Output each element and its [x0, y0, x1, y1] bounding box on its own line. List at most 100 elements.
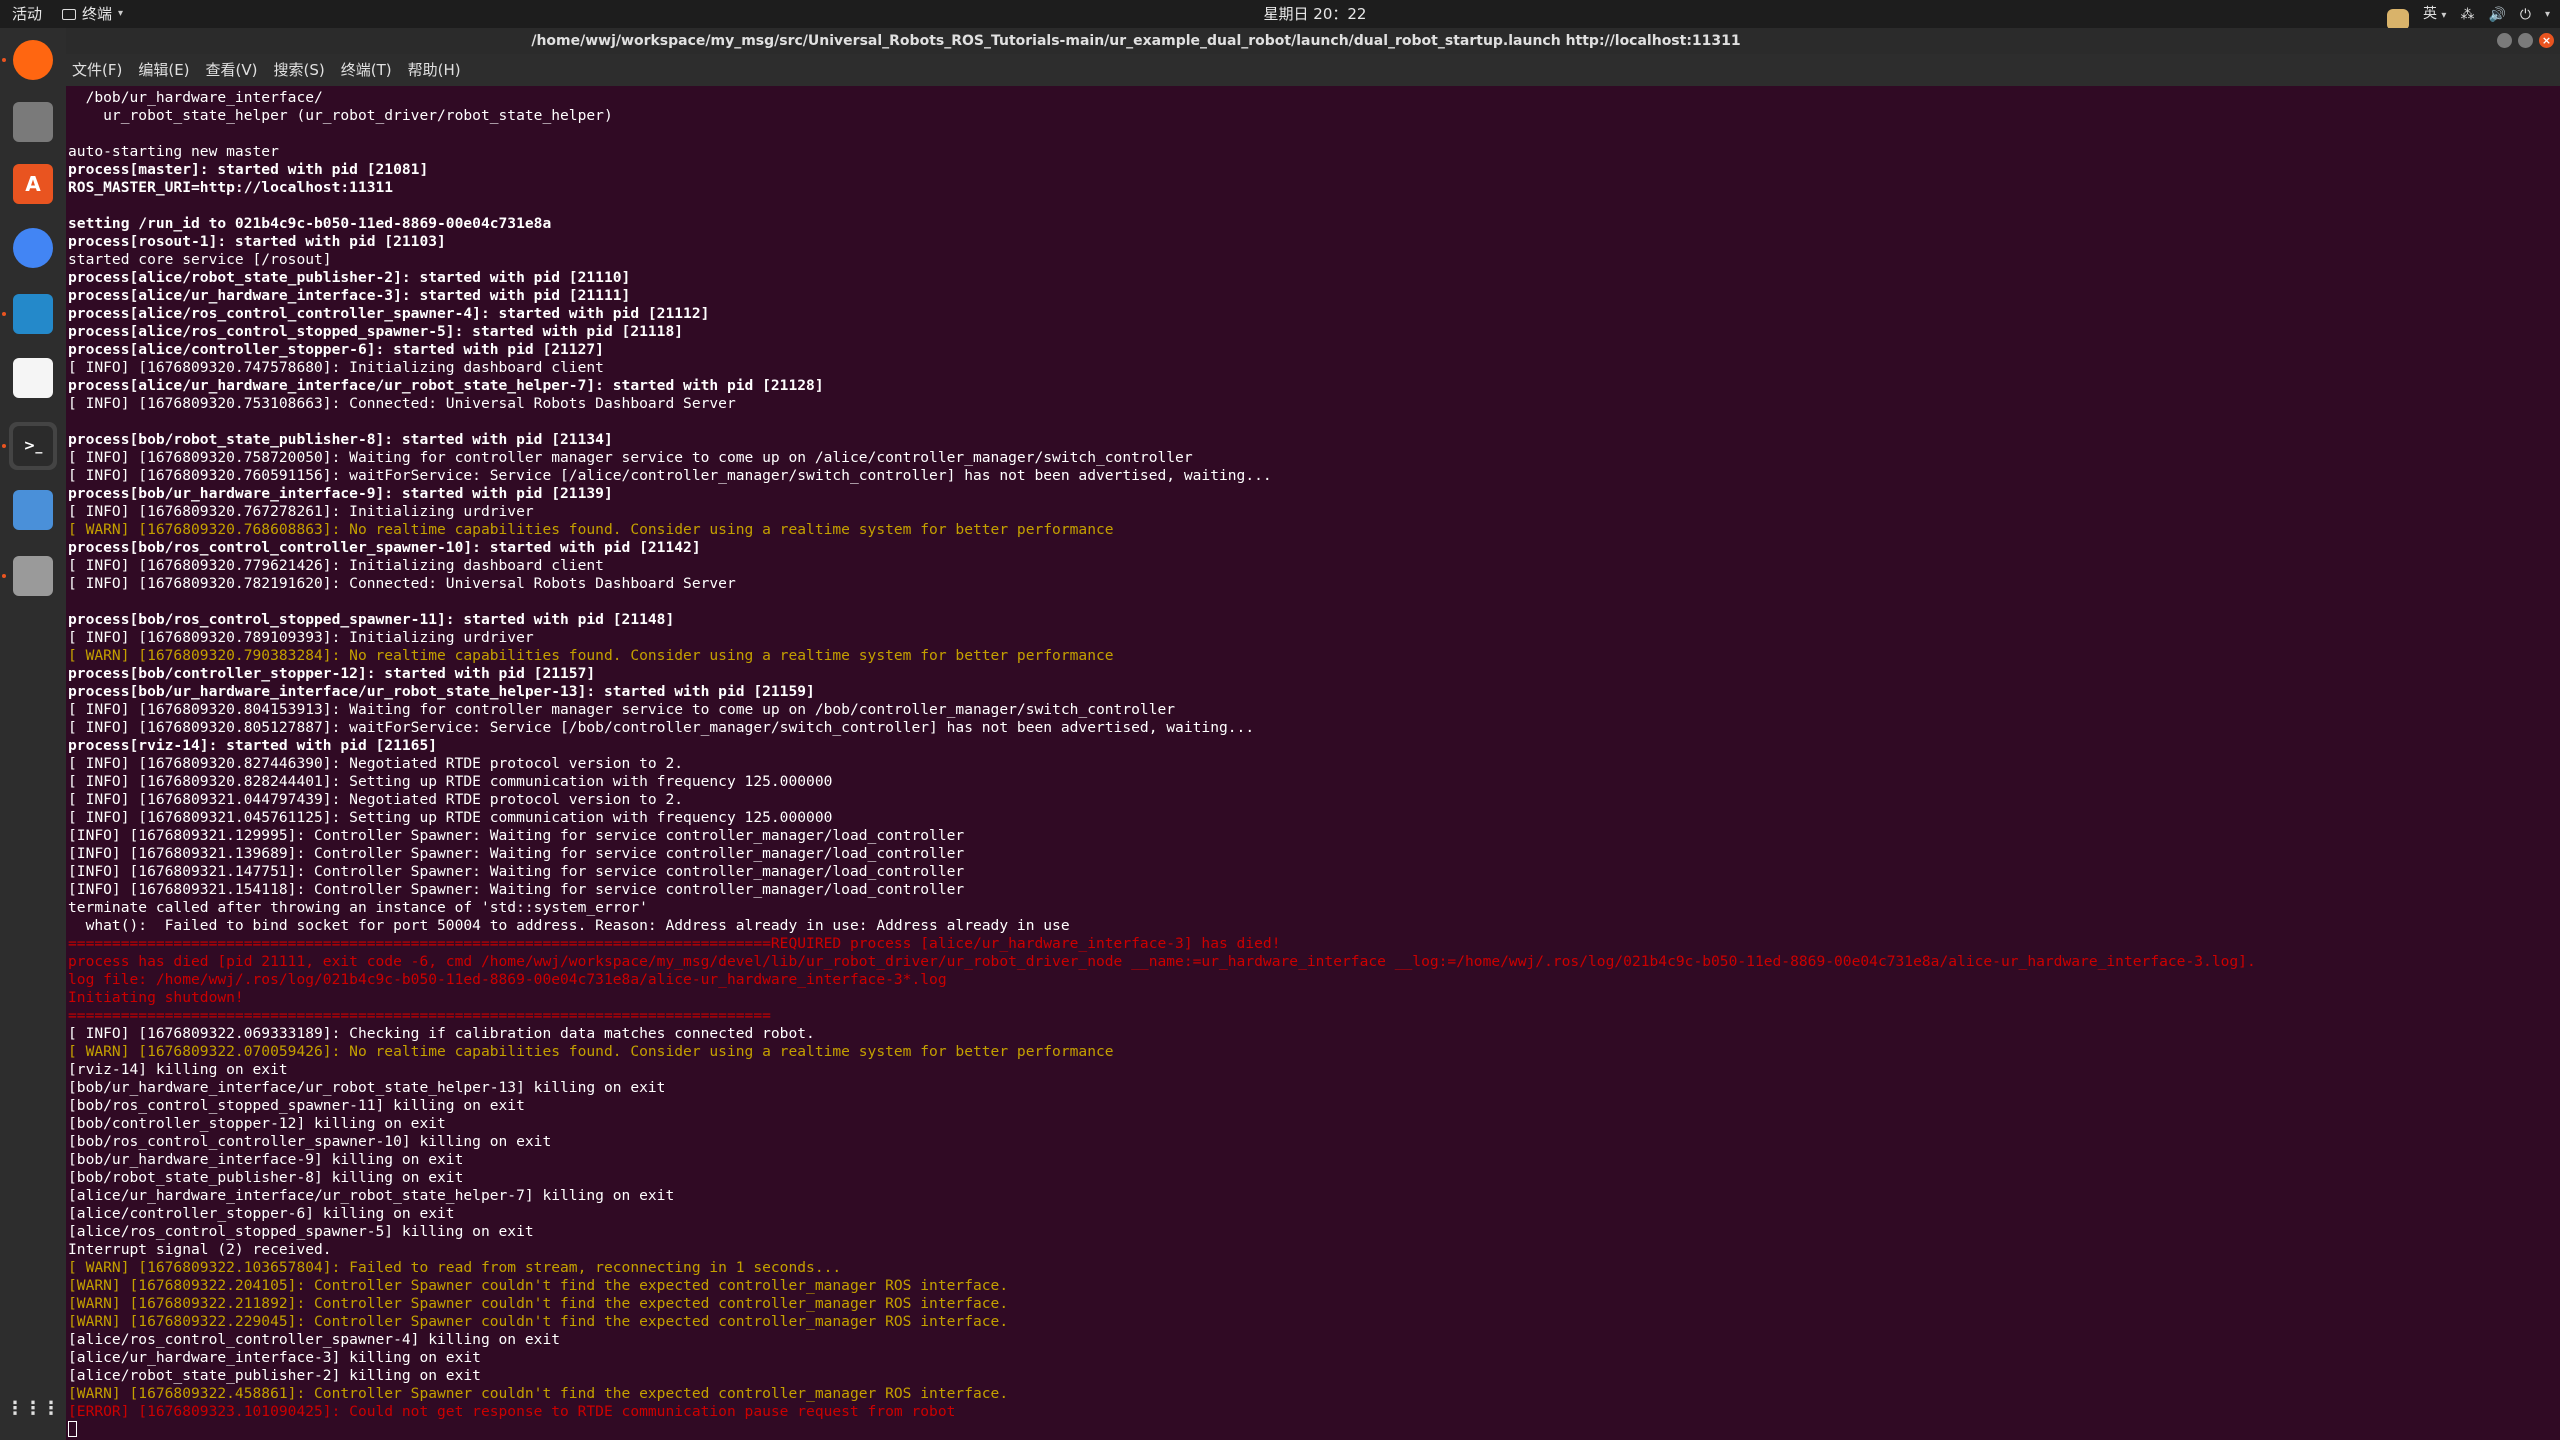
input-method-label: 英	[2422, 6, 2437, 22]
running-indicator	[2, 574, 6, 578]
terminal-line: log file: /home/wwj/.ros/log/021b4c9c-b0…	[68, 971, 947, 988]
menu-search[interactable]: 搜索(S)	[274, 54, 325, 86]
terminal-line: [ INFO] [1676809321.045761125]: Setting …	[68, 809, 833, 826]
vscode-icon	[13, 294, 53, 334]
menu-edit[interactable]: 编辑(E)	[138, 54, 189, 86]
terminal-line: [bob/robot_state_publisher-8] killing on…	[68, 1169, 464, 1186]
chrome-icon	[13, 228, 53, 268]
terminal-line: [alice/controller_stopper-6] killing on …	[68, 1205, 455, 1222]
terminal-line: process[master]: started with pid [21081…	[68, 161, 429, 178]
software-center-launcher-icon[interactable]: A	[9, 160, 57, 208]
terminal-window: /home/wwj/workspace/my_msg/src/Universal…	[66, 28, 2560, 1440]
terminal-line: process[bob/ros_control_controller_spawn…	[68, 539, 701, 556]
terminal-line: [ INFO] [1676809320.804153913]: Waiting …	[68, 701, 1176, 718]
menu-help[interactable]: 帮助(H)	[408, 54, 461, 86]
terminal-line: [alice/ur_hardware_interface-3] killing …	[68, 1349, 481, 1366]
running-indicator	[2, 312, 6, 316]
menu-bar: 文件(F) 编辑(E) 查看(V) 搜索(S) 终端(T) 帮助(H)	[66, 54, 2560, 86]
minimize-button[interactable]	[2497, 33, 2512, 48]
window-titlebar[interactable]: /home/wwj/workspace/my_msg/src/Universal…	[66, 28, 2560, 54]
firefox-icon	[13, 40, 53, 80]
files-launcher-icon[interactable]	[9, 98, 57, 146]
terminal-line: [bob/controller_stopper-12] killing on e…	[68, 1115, 446, 1132]
terminal-line: [ WARN] [1676809320.768608863]: No realt…	[68, 521, 1114, 538]
system-tray: 英 ▾ ⁂ 🔊 ⏻ ▾	[2386, 0, 2550, 30]
terminal-line: [bob/ros_control_stopped_spawner-11] kil…	[68, 1097, 525, 1114]
terminal-line: [alice/ros_control_stopped_spawner-5] ki…	[68, 1223, 534, 1240]
menu-file[interactable]: 文件(F)	[72, 54, 122, 86]
menu-terminal[interactable]: 终端(T)	[341, 54, 392, 86]
terminal-line: what(): Failed to bind socket for port 5…	[68, 917, 1070, 934]
app-8-launcher-icon[interactable]	[9, 486, 57, 534]
terminal-line: process[rviz-14]: started with pid [2116…	[68, 737, 438, 754]
terminal-icon	[62, 8, 76, 20]
terminal-line: [bob/ur_hardware_interface/ur_robot_stat…	[68, 1079, 666, 1096]
terminal-line: [ INFO] [1676809320.779621426]: Initiali…	[68, 557, 604, 574]
terminal-line: Interrupt signal (2) received.	[68, 1241, 332, 1258]
terminal-line: [ INFO] [1676809320.760591156]: waitForS…	[68, 467, 1272, 484]
terminal-line: process[bob/robot_state_publisher-8]: st…	[68, 431, 613, 448]
terminal-line: ROS_MASTER_URI=http://localhost:11311	[68, 179, 394, 196]
terminal-line: [ WARN] [1676809320.790383284]: No realt…	[68, 647, 1114, 664]
terminal-launcher-icon[interactable]: >_	[9, 422, 57, 470]
menu-view[interactable]: 查看(V)	[206, 54, 258, 86]
terminal-line: process[alice/ur_hardware_interface/ur_r…	[68, 377, 824, 394]
input-method-indicator[interactable]: 英 ▾	[2423, 0, 2446, 30]
terminal-line: [alice/ros_control_controller_spawner-4]…	[68, 1331, 561, 1348]
settings-launcher-icon[interactable]	[9, 552, 57, 600]
terminal-line: process[bob/ur_hardware_interface/ur_rob…	[68, 683, 815, 700]
terminal-line: [bob/ur_hardware_interface-9] killing on…	[68, 1151, 464, 1168]
terminal-line: process[bob/ur_hardware_interface-9]: st…	[68, 485, 613, 502]
clock[interactable]: 星期日 20：22	[1260, 0, 1370, 28]
app-menu-label: 终端	[82, 5, 113, 23]
terminal-line: ========================================…	[68, 935, 1281, 952]
dock: A >_ ⋮⋮⋮	[0, 28, 66, 1440]
terminal-prompt[interactable]	[68, 1421, 2560, 1439]
terminal-line: /bob/ur_hardware_interface/	[68, 89, 323, 106]
terminal-line: setting /run_id to 021b4c9c-b050-11ed-88…	[68, 215, 552, 232]
network-icon[interactable]: ⁂	[2460, 1, 2474, 29]
text-editor-launcher-icon[interactable]	[9, 354, 57, 402]
terminal-line: [INFO] [1676809321.129995]: Controller S…	[68, 827, 965, 844]
terminal-line: [ INFO] [1676809320.789109393]: Initiali…	[68, 629, 534, 646]
terminal-line: [WARN] [1676809322.204105]: Controller S…	[68, 1277, 1009, 1294]
terminal-line: [ INFO] [1676809320.758720050]: Waiting …	[68, 449, 1193, 466]
chevron-down-icon: ▾	[118, 8, 124, 19]
close-button[interactable]: ×	[2539, 33, 2554, 48]
terminal-line: [INFO] [1676809321.147751]: Controller S…	[68, 863, 965, 880]
top-bar: 活动 终端 ▾ 星期日 20：22 英 ▾ ⁂ 🔊 ⏻ ▾	[0, 0, 2560, 30]
terminal-output[interactable]: /bob/ur_hardware_interface/ ur_robot_sta…	[66, 86, 2560, 1440]
firefox-launcher-icon[interactable]	[9, 36, 57, 84]
volume-icon[interactable]: 🔊	[2488, 1, 2505, 29]
running-indicator	[2, 58, 6, 62]
terminal-line: process has died [pid 21111, exit code -…	[68, 953, 2256, 970]
files-icon	[13, 102, 53, 142]
activities-button[interactable]: 活动	[12, 0, 42, 28]
terminal-line: [ INFO] [1676809320.767278261]: Initiali…	[68, 503, 534, 520]
show-applications-icon[interactable]: ⋮⋮⋮	[6, 1384, 60, 1432]
terminal-line: [WARN] [1676809322.458861]: Controller S…	[68, 1385, 1009, 1402]
power-icon[interactable]: ⏻	[2520, 1, 2531, 29]
terminal-line: [alice/robot_state_publisher-2] killing …	[68, 1367, 481, 1384]
terminal-line: [ WARN] [1676809322.103657804]: Failed t…	[68, 1259, 842, 1276]
terminal-line: Initiating shutdown!	[68, 989, 244, 1006]
running-indicator	[2, 444, 6, 448]
vscode-launcher-icon[interactable]	[9, 290, 57, 338]
terminal-line: [ INFO] [1676809320.782191620]: Connecte…	[68, 575, 736, 592]
terminal-text: /bob/ur_hardware_interface/ ur_robot_sta…	[66, 86, 2560, 1439]
app-menu[interactable]: 终端 ▾	[62, 0, 123, 28]
text-editor-icon	[13, 358, 53, 398]
terminal-line: [WARN] [1676809322.211892]: Controller S…	[68, 1295, 1009, 1312]
software-center-icon: A	[13, 164, 53, 204]
terminal-line: ========================================…	[68, 1007, 771, 1024]
terminal-line: [ INFO] [1676809320.753108663]: Connecte…	[68, 395, 736, 412]
terminal-line: started core service [/rosout]	[68, 251, 332, 268]
cat-tray-icon[interactable]	[2386, 9, 2409, 29]
chevron-down-icon[interactable]: ▾	[2545, 1, 2550, 29]
terminal-line: [INFO] [1676809321.139689]: Controller S…	[68, 845, 965, 862]
terminal-line: [ INFO] [1676809322.069333189]: Checking…	[68, 1025, 815, 1042]
terminal-line: [rviz-14] killing on exit	[68, 1061, 288, 1078]
maximize-button[interactable]	[2518, 33, 2533, 48]
chrome-launcher-icon[interactable]	[9, 224, 57, 272]
